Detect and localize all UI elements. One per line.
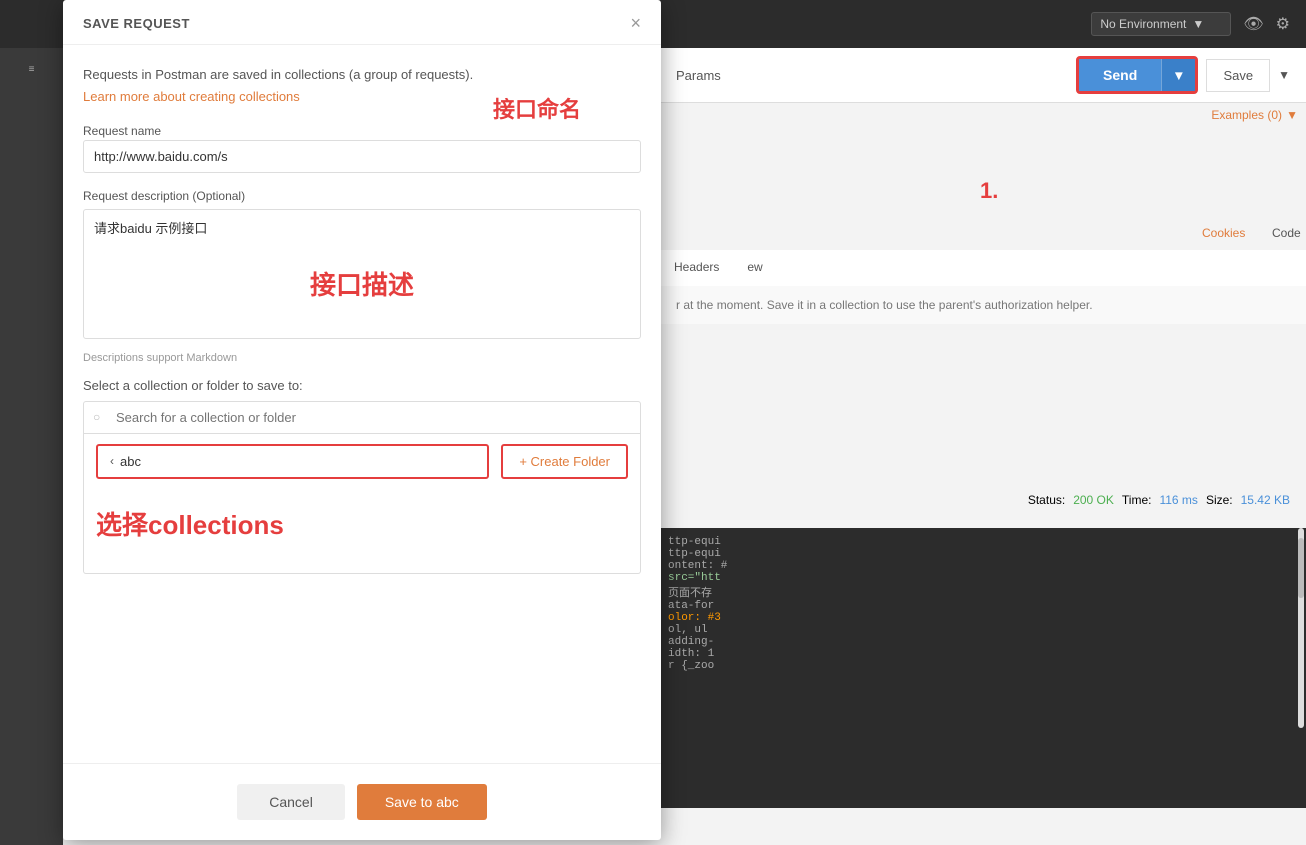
collections-list: ‹ abc + Create Folder 选择collections <box>83 434 641 574</box>
modal-title: SAVE REQUEST <box>83 16 190 31</box>
tab-ew[interactable]: ew <box>733 250 776 286</box>
collection-chevron: ‹ <box>110 454 114 468</box>
examples-arrow[interactable]: ▼ <box>1286 108 1298 122</box>
code-line-6: ata-for <box>668 600 1306 612</box>
left-panel: ≡ <box>0 48 63 845</box>
examples-label[interactable]: Examples (0) <box>1211 108 1282 122</box>
annotation-number: 1. <box>980 178 998 204</box>
save-arrow[interactable]: ▼ <box>1278 68 1290 82</box>
cookies-label[interactable]: Cookies <box>1202 226 1245 240</box>
cancel-button[interactable]: Cancel <box>237 784 345 820</box>
select-collections-annotation: 选择collections <box>84 489 640 558</box>
create-folder-button[interactable]: + Create Folder <box>501 444 628 479</box>
left-panel-item[interactable]: ≡ <box>23 58 41 81</box>
save-to-button[interactable]: Save to abc <box>357 784 487 820</box>
request-desc-label: Request description (Optional) <box>83 189 641 203</box>
request-desc-textarea[interactable]: 请求baidu 示例接口 <box>83 209 641 339</box>
search-container: ○ <box>83 401 641 434</box>
code-line-8: ol, ul <box>668 624 1306 636</box>
markdown-hint: Descriptions support Markdown <box>83 352 641 364</box>
collection-item-abc[interactable]: ‹ abc <box>96 444 489 479</box>
save-request-modal: SAVE REQUEST × Requests in Postman are s… <box>63 0 661 840</box>
status-value: 200 OK <box>1073 493 1114 507</box>
params-label: Params <box>676 68 721 83</box>
modal-close-button[interactable]: × <box>630 14 641 32</box>
send-button[interactable]: Send <box>1079 59 1161 91</box>
environment-dropdown[interactable]: No Environment ▼ <box>1091 12 1231 36</box>
status-label: Status: <box>1028 493 1065 507</box>
interface-name-annotation: 接口命名 <box>493 92 581 124</box>
tab-headers[interactable]: Headers <box>660 250 733 286</box>
description-container: 请求baidu 示例接口 接口描述 <box>83 209 641 344</box>
time-value: 116 ms <box>1159 493 1197 507</box>
code-line-10: idth: 1 <box>668 648 1306 660</box>
scrollbar-thumb <box>1298 538 1304 598</box>
request-name-input[interactable] <box>83 140 641 173</box>
size-value: 15.42 KB <box>1241 493 1290 507</box>
modal-header: SAVE REQUEST × <box>63 0 661 45</box>
gear-icon[interactable]: ⚙ <box>1276 14 1290 34</box>
code-line-1: ttp-equi <box>668 536 1306 548</box>
code-line-9: adding- <box>668 636 1306 648</box>
size-label: Size: <box>1206 493 1233 507</box>
status-bar: Status: 200 OK Time: 116 ms Size: 15.42 … <box>1028 493 1290 507</box>
send-button-container: Send ▼ <box>1076 56 1198 94</box>
middle-text-content: r at the moment. Save it in a collection… <box>676 298 1093 312</box>
time-label: Time: <box>1122 493 1152 507</box>
collection-select-label: Select a collection or folder to save to… <box>83 378 641 393</box>
env-dropdown-arrow: ▼ <box>1192 17 1204 31</box>
collection-row: ‹ abc + Create Folder <box>84 434 640 489</box>
env-dropdown-label: No Environment <box>1100 17 1186 31</box>
save-button[interactable]: Save <box>1206 59 1270 92</box>
code-label[interactable]: Code <box>1272 226 1301 240</box>
request-name-label: Request name <box>83 124 161 138</box>
toolbar-row: Params Examples (0) ▼ Send ▼ Save ▼ <box>660 48 1306 103</box>
scrollbar[interactable] <box>1298 528 1304 728</box>
code-line-5: 页面不存 <box>668 584 1306 600</box>
modal-body: Requests in Postman are saved in collect… <box>63 45 661 763</box>
send-dropdown-arrow[interactable]: ▼ <box>1161 59 1195 91</box>
code-area: ttp-equi ttp-equi ontent: # src="htt 页面不… <box>660 528 1306 808</box>
code-line-4: src="htt <box>668 572 1306 584</box>
modal-footer: Cancel Save to abc <box>63 763 661 840</box>
tabs-row: Headers ew <box>660 250 1306 287</box>
code-line-3: ontent: # <box>668 560 1306 572</box>
eye-icon[interactable]: 👁 <box>1243 14 1263 34</box>
code-line-7: olor: #3 <box>668 612 1306 624</box>
middle-text: r at the moment. Save it in a collection… <box>660 286 1306 324</box>
search-icon: ○ <box>93 410 100 424</box>
collection-item-name: abc <box>120 454 141 469</box>
modal-info-text: Requests in Postman are saved in collect… <box>83 65 641 85</box>
code-line-2: ttp-equi <box>668 548 1306 560</box>
main-content-area: Params Examples (0) ▼ Send ▼ Save ▼ 1. C… <box>660 48 1306 845</box>
code-line-11: r {_zoo <box>668 660 1306 672</box>
search-collection-input[interactable] <box>83 401 641 434</box>
